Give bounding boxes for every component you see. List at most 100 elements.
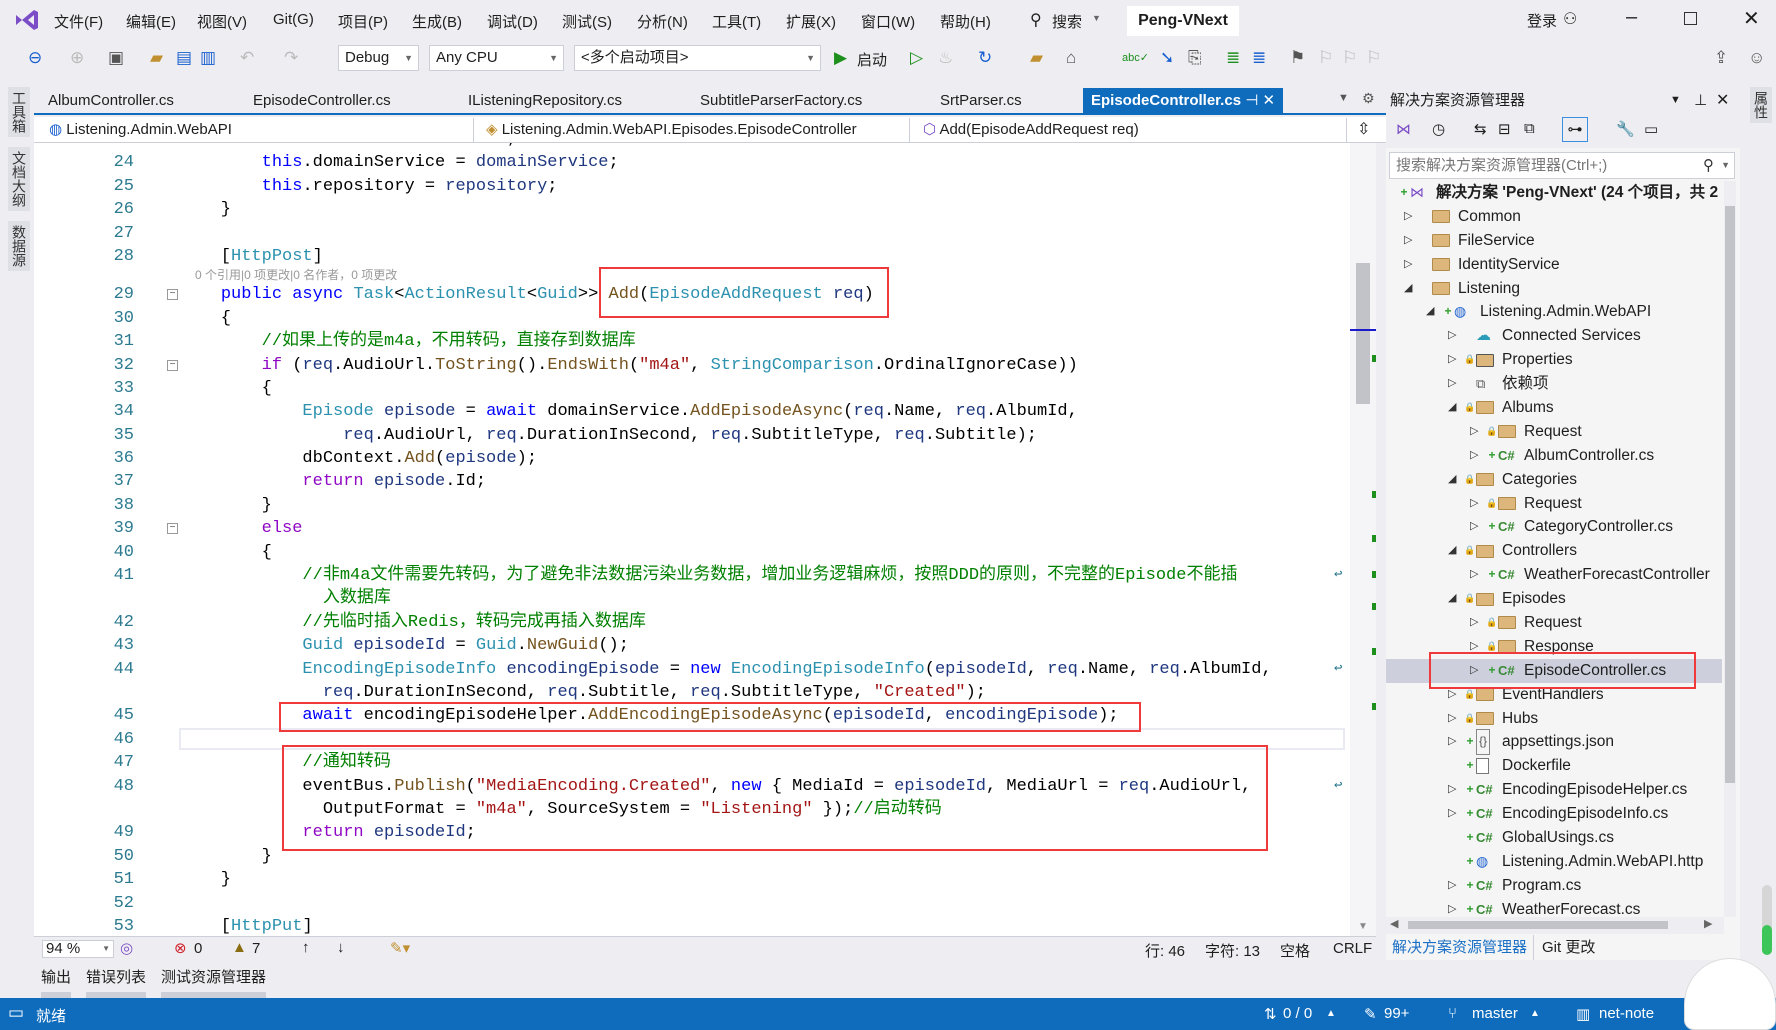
menu-item[interactable]: 分析(N)	[637, 11, 688, 32]
warning-icon[interactable]: ▲	[232, 939, 247, 956]
expanded-arrow-icon[interactable]: ◢	[1404, 277, 1420, 301]
tree-item[interactable]: + C# GlobalUsings.cs	[1386, 826, 1722, 850]
expanded-arrow-icon[interactable]: ◢	[1448, 468, 1464, 492]
tree-item[interactable]: ▷ 🔒 EventHandlers	[1386, 683, 1722, 707]
close-tab-icon[interactable]: ✕	[1262, 92, 1275, 109]
branch-name[interactable]: master	[1472, 1005, 1518, 1022]
collapsed-arrow-icon[interactable]: ▷	[1448, 348, 1464, 372]
scroll-left-icon[interactable]: ◀	[1390, 917, 1398, 930]
collapsed-arrow-icon[interactable]: ▷	[1448, 324, 1464, 348]
pending-changes-filter-icon[interactable]: ◷	[1432, 120, 1445, 138]
start-without-debugging-icon[interactable]: ▷	[910, 48, 923, 68]
scroll-right-icon[interactable]: ▶	[1704, 917, 1712, 930]
previous-issue-icon[interactable]: ↑	[302, 939, 310, 956]
collapse-icon[interactable]: −	[167, 359, 178, 371]
tree-item[interactable]: + ⋈ 解决方案 'Peng-VNext' (24 个项目，共 2	[1386, 181, 1722, 205]
tree-item[interactable]: ▷ FileService	[1386, 229, 1722, 253]
branch-icon[interactable]: ⑂	[1448, 1005, 1457, 1022]
gear-icon[interactable]: ⚙	[1362, 90, 1375, 107]
tree-item[interactable]: ▷ + C# WeatherForecastController	[1386, 563, 1722, 587]
window-menu-icon[interactable]: ▼	[1670, 88, 1681, 113]
scroll-down-icon[interactable]: ▼	[1358, 921, 1368, 932]
tree-item[interactable]: ▷ IdentityService	[1386, 253, 1722, 277]
intellicode-icon[interactable]: ◎	[120, 939, 133, 957]
tree-item[interactable]: ◢ 🔒 Albums	[1386, 396, 1722, 420]
tree-item[interactable]: ▷ ⧉ 依赖项	[1386, 372, 1722, 396]
clear-bookmarks-icon[interactable]: ⚐	[1366, 48, 1381, 68]
solution-search-input[interactable]: 搜索解决方案资源管理器(Ctrl+;) ⚲ ▼	[1389, 152, 1735, 179]
tree-item[interactable]: ◢ 🔒 Controllers	[1386, 539, 1722, 563]
code-editor[interactable]: 23 this.eventBus = eventBus;24 this.doma…	[34, 143, 1376, 936]
tree-item[interactable]: ▷ 🔒 Request	[1386, 492, 1722, 516]
menu-item[interactable]: Git(G)	[273, 11, 314, 28]
properties-wrench-icon[interactable]: 🔧	[1616, 120, 1635, 138]
pencil-icon[interactable]: ✎	[1364, 1005, 1377, 1023]
code-cleanup-icon[interactable]: ✎▾	[390, 939, 410, 957]
forward-icon[interactable]: ⊕	[70, 48, 84, 68]
collapsed-arrow-icon[interactable]: ▷	[1448, 778, 1464, 802]
scroll-thumb[interactable]	[1356, 263, 1370, 404]
menu-item[interactable]: 扩展(X)	[786, 11, 836, 32]
collapsed-arrow-icon[interactable]: ▷	[1448, 898, 1464, 917]
comment-icon[interactable]: ≣	[1226, 48, 1240, 68]
type-dropdown[interactable]: ◈ Listening.Admin.WebAPI.Episodes.Episod…	[480, 118, 910, 142]
tree-item[interactable]: ▷ + C# Program.cs	[1386, 874, 1722, 898]
split-editor-icon[interactable]: ⇳	[1357, 119, 1370, 139]
sync-icon[interactable]: ⇅	[1264, 1005, 1277, 1023]
sync-icon[interactable]: ⇆	[1474, 120, 1487, 138]
line-ending-indicator[interactable]: CRLF	[1333, 940, 1372, 957]
tree-item[interactable]: ▷ + C# EncodingEpisodeInfo.cs	[1386, 802, 1722, 826]
home-icon[interactable]: ⌂	[1066, 48, 1076, 68]
tree-item[interactable]: ▷ + C# WeatherForecast.cs	[1386, 898, 1722, 917]
find-in-files-icon[interactable]: ▰	[1030, 48, 1043, 68]
notification-icon[interactable]: ▭	[8, 1003, 24, 1023]
tree-item[interactable]: ▷ 🔒 Hubs	[1386, 707, 1722, 731]
line-indicator[interactable]: 行: 46	[1145, 940, 1185, 961]
collapsed-arrow-icon[interactable]: ▷	[1404, 229, 1420, 253]
expanded-arrow-icon[interactable]: ◢	[1448, 587, 1464, 611]
collapsed-arrow-icon[interactable]: ▷	[1404, 253, 1420, 277]
menu-item[interactable]: 编辑(E)	[126, 11, 176, 32]
pending-changes[interactable]: 99+	[1384, 1005, 1409, 1022]
start-icon[interactable]: ▶	[834, 48, 847, 68]
tree-item[interactable]: ▷ + C# EncodingEpisodeHelper.cs	[1386, 778, 1722, 802]
scroll-thumb[interactable]	[1408, 921, 1668, 929]
start-button[interactable]: 启动	[857, 49, 887, 70]
collapsed-arrow-icon[interactable]: ▷	[1448, 372, 1464, 396]
menu-item[interactable]: 项目(P)	[338, 11, 388, 32]
collapsed-arrow-icon[interactable]: ▷	[1404, 205, 1420, 229]
redo-icon[interactable]: ↷	[284, 48, 298, 68]
search-icon[interactable]: ⚲	[1030, 10, 1042, 30]
collapsed-arrow-icon[interactable]: ▷	[1470, 563, 1486, 587]
tab-document[interactable]: IListeningRepository.cs	[468, 88, 622, 113]
member-dropdown[interactable]: ⬡ Add(EpisodeAddRequest req)	[917, 118, 1347, 142]
expanded-arrow-icon[interactable]: ◢	[1448, 539, 1464, 563]
collapsed-arrow-icon[interactable]: ▷	[1470, 635, 1486, 659]
undo-icon[interactable]: ↶	[240, 48, 254, 68]
tree-item[interactable]: ▷ + C# EpisodeController.cs	[1386, 658, 1722, 683]
expanded-arrow-icon[interactable]: ◢	[1448, 396, 1464, 420]
collapsed-arrow-icon[interactable]: ▷	[1470, 444, 1486, 468]
restart-icon[interactable]: ↻	[978, 48, 992, 68]
tree-item[interactable]: + ◍ Listening.Admin.WebAPI.http	[1386, 850, 1722, 874]
menu-item[interactable]: 文件(F)	[54, 11, 103, 32]
next-issue-icon[interactable]: ↓	[337, 939, 345, 956]
next-bookmark-icon[interactable]: ⚐	[1342, 48, 1357, 68]
collapsed-arrow-icon[interactable]: ▷	[1470, 515, 1486, 539]
collapsed-arrow-icon[interactable]: ▷	[1470, 611, 1486, 635]
collapsed-arrow-icon[interactable]: ▷	[1448, 683, 1464, 707]
open-folder-icon[interactable]: ▰	[150, 48, 163, 68]
pin-tab-icon[interactable]: ⊣	[1241, 92, 1262, 109]
warning-count[interactable]: 7	[252, 940, 260, 957]
collapse-icon[interactable]: −	[167, 289, 178, 301]
collapsed-arrow-icon[interactable]: ▷	[1448, 730, 1464, 754]
error-count[interactable]: 0	[194, 940, 202, 957]
save-icon[interactable]: ▤	[176, 48, 192, 68]
collapse-icon[interactable]: −	[167, 523, 178, 535]
collapsed-arrow-icon[interactable]: ▷	[1448, 874, 1464, 898]
account-icon[interactable]: ⚇	[1563, 9, 1577, 29]
switch-views-icon[interactable]: ⋈	[1396, 120, 1411, 138]
output-tab[interactable]: 输出	[41, 966, 72, 1000]
spell-check-icon[interactable]: abc✓	[1122, 48, 1149, 68]
test-explorer-tab[interactable]: 测试资源管理器	[161, 966, 267, 1000]
